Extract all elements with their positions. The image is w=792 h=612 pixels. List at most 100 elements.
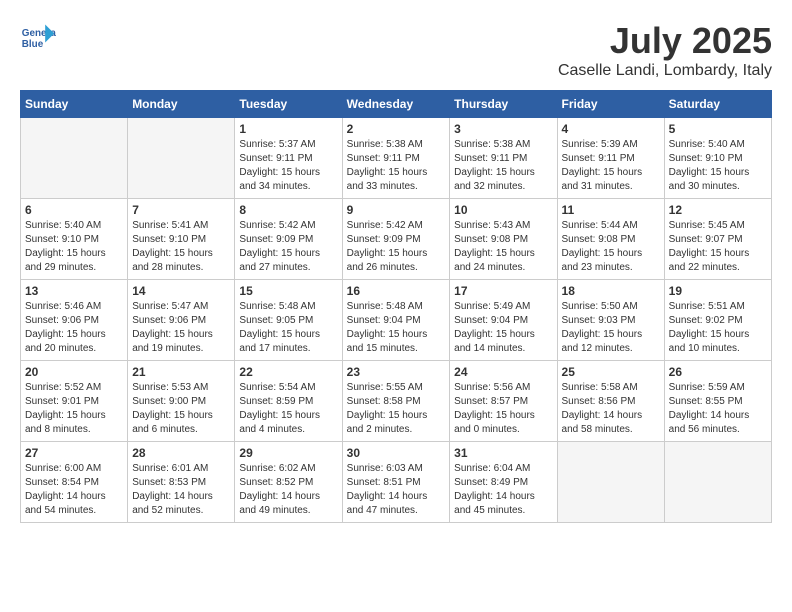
calendar-cell [21, 118, 128, 199]
day-number: 7 [132, 203, 230, 217]
day-info: Sunrise: 5:56 AM Sunset: 8:57 PM Dayligh… [454, 381, 552, 437]
calendar-cell: 8Sunrise: 5:42 AM Sunset: 9:09 PM Daylig… [235, 199, 342, 280]
day-info: Sunrise: 5:44 AM Sunset: 9:08 PM Dayligh… [562, 219, 660, 275]
calendar-cell [128, 118, 235, 199]
calendar-cell: 7 Sunrise: 5:41 AM Sunset: 9:10 PM Daylig… [128, 199, 235, 280]
svg-text:Blue: Blue [22, 39, 44, 50]
calendar-cell: 14 Sunrise: 5:47 AM Sunset: 9:06 PM Dayli… [128, 280, 235, 361]
day-number: 20 [25, 365, 123, 379]
calendar-cell: 19Sunrise: 5:51 AM Sunset: 9:02 PM Dayli… [664, 280, 771, 361]
day-number: 28 [132, 446, 230, 460]
day-number: 24 [454, 365, 552, 379]
day-number: 19 [669, 284, 767, 298]
day-number: 2 [347, 122, 446, 136]
calendar-cell: 3Sunrise: 5:38 AM Sunset: 9:11 PM Daylig… [450, 118, 557, 199]
day-number: 16 [347, 284, 446, 298]
weekday-header-wednesday: Wednesday [342, 91, 450, 118]
calendar-cell: 21 Sunrise: 5:53 AM Sunset: 9:00 PM Dayli… [128, 361, 235, 442]
day-info: Sunrise: 5:42 AM Sunset: 9:09 PM Dayligh… [347, 219, 446, 275]
day-info: Sunrise: 5:43 AM Sunset: 9:08 PM Dayligh… [454, 219, 552, 275]
calendar-cell: 27 Sunrise: 6:00 AM Sunset: 8:54 PM Dayli… [21, 442, 128, 523]
calendar-cell: 26 Sunrise: 5:59 AM Sunset: 8:55 PM Dayli… [664, 361, 771, 442]
calendar-cell: 24 Sunrise: 5:56 AM Sunset: 8:57 PM Dayli… [450, 361, 557, 442]
day-number: 31 [454, 446, 552, 460]
calendar-cell: 5 Sunrise: 5:40 AM Sunset: 9:10 PM Daylig… [664, 118, 771, 199]
week-row-2: 6 Sunrise: 5:40 AM Sunset: 9:10 PM Daylig… [21, 199, 772, 280]
weekday-header-thursday: Thursday [450, 91, 557, 118]
calendar-cell: 6 Sunrise: 5:40 AM Sunset: 9:10 PM Daylig… [21, 199, 128, 280]
calendar-cell: 20 Sunrise: 5:52 AM Sunset: 9:01 PM Dayli… [21, 361, 128, 442]
calendar-cell: 23 Sunrise: 5:55 AM Sunset: 8:58 PM Dayli… [342, 361, 450, 442]
day-info: Sunrise: 5:52 AM Sunset: 9:01 PM Dayligh… [25, 381, 123, 437]
day-info: Sunrise: 5:37 AM Sunset: 9:11 PM Dayligh… [239, 138, 337, 194]
header: General Blue July 2025 Caselle Landi, Lo… [20, 20, 772, 80]
day-info: Sunrise: 6:02 AM Sunset: 8:52 PM Dayligh… [239, 462, 337, 518]
weekday-header-friday: Friday [557, 91, 664, 118]
day-info: Sunrise: 6:04 AM Sunset: 8:49 PM Dayligh… [454, 462, 552, 518]
day-info: Sunrise: 6:01 AM Sunset: 8:53 PM Dayligh… [132, 462, 230, 518]
calendar-cell: 29 Sunrise: 6:02 AM Sunset: 8:52 PM Dayli… [235, 442, 342, 523]
day-number: 12 [669, 203, 767, 217]
day-number: 1 [239, 122, 337, 136]
calendar-cell: 31 Sunrise: 6:04 AM Sunset: 8:49 PM Dayli… [450, 442, 557, 523]
day-info: Sunrise: 5:48 AM Sunset: 9:05 PM Dayligh… [239, 300, 337, 356]
week-row-3: 13 Sunrise: 5:46 AM Sunset: 9:06 PM Dayli… [21, 280, 772, 361]
day-number: 18 [562, 284, 660, 298]
day-number: 21 [132, 365, 230, 379]
day-number: 6 [25, 203, 123, 217]
day-info: Sunrise: 6:00 AM Sunset: 8:54 PM Dayligh… [25, 462, 123, 518]
calendar-cell [664, 442, 771, 523]
day-info: Sunrise: 5:49 AM Sunset: 9:04 PM Dayligh… [454, 300, 552, 356]
day-info: Sunrise: 5:41 AM Sunset: 9:10 PM Dayligh… [132, 219, 230, 275]
calendar-cell: 2 Sunrise: 5:38 AM Sunset: 9:11 PM Daylig… [342, 118, 450, 199]
weekday-header-saturday: Saturday [664, 91, 771, 118]
day-number: 25 [562, 365, 660, 379]
week-row-4: 20 Sunrise: 5:52 AM Sunset: 9:01 PM Dayli… [21, 361, 772, 442]
day-number: 27 [25, 446, 123, 460]
day-number: 23 [347, 365, 446, 379]
day-info: Sunrise: 5:48 AM Sunset: 9:04 PM Dayligh… [347, 300, 446, 356]
day-number: 4 [562, 122, 660, 136]
day-number: 10 [454, 203, 552, 217]
day-info: Sunrise: 5:50 AM Sunset: 9:03 PM Dayligh… [562, 300, 660, 356]
day-number: 9 [347, 203, 446, 217]
calendar-cell: 15 Sunrise: 5:48 AM Sunset: 9:05 PM Dayli… [235, 280, 342, 361]
day-info: Sunrise: 5:40 AM Sunset: 9:10 PM Dayligh… [25, 219, 123, 275]
day-number: 14 [132, 284, 230, 298]
calendar-cell: 18 Sunrise: 5:50 AM Sunset: 9:03 PM Dayli… [557, 280, 664, 361]
day-info: Sunrise: 5:38 AM Sunset: 9:11 PM Dayligh… [347, 138, 446, 194]
day-info: Sunrise: 5:55 AM Sunset: 8:58 PM Dayligh… [347, 381, 446, 437]
day-number: 30 [347, 446, 446, 460]
day-info: Sunrise: 6:03 AM Sunset: 8:51 PM Dayligh… [347, 462, 446, 518]
day-info: Sunrise: 5:45 AM Sunset: 9:07 PM Dayligh… [669, 219, 767, 275]
day-number: 5 [669, 122, 767, 136]
day-number: 17 [454, 284, 552, 298]
calendar-cell: 16 Sunrise: 5:48 AM Sunset: 9:04 PM Dayli… [342, 280, 450, 361]
logo: General Blue [20, 20, 60, 56]
day-info: Sunrise: 5:59 AM Sunset: 8:55 PM Dayligh… [669, 381, 767, 437]
calendar-cell: 9 Sunrise: 5:42 AM Sunset: 9:09 PM Daylig… [342, 199, 450, 280]
calendar-cell: 17 Sunrise: 5:49 AM Sunset: 9:04 PM Dayli… [450, 280, 557, 361]
day-number: 29 [239, 446, 337, 460]
day-number: 3 [454, 122, 552, 136]
day-number: 22 [239, 365, 337, 379]
calendar-cell: 13 Sunrise: 5:46 AM Sunset: 9:06 PM Dayli… [21, 280, 128, 361]
day-info: Sunrise: 5:40 AM Sunset: 9:10 PM Dayligh… [669, 138, 767, 194]
calendar-cell: 4 Sunrise: 5:39 AM Sunset: 9:11 PM Daylig… [557, 118, 664, 199]
title-area: July 2025 Caselle Landi, Lombardy, Italy [558, 20, 772, 80]
day-number: 26 [669, 365, 767, 379]
day-info: Sunrise: 5:47 AM Sunset: 9:06 PM Dayligh… [132, 300, 230, 356]
calendar-cell: 10 Sunrise: 5:43 AM Sunset: 9:08 PM Dayli… [450, 199, 557, 280]
calendar-cell [557, 442, 664, 523]
calendar-cell: 22 Sunrise: 5:54 AM Sunset: 8:59 PM Dayli… [235, 361, 342, 442]
weekday-header-sunday: Sunday [21, 91, 128, 118]
day-number: 8 [239, 203, 337, 217]
day-info: Sunrise: 5:46 AM Sunset: 9:06 PM Dayligh… [25, 300, 123, 356]
day-info: Sunrise: 5:39 AM Sunset: 9:11 PM Dayligh… [562, 138, 660, 194]
day-number: 15 [239, 284, 337, 298]
calendar-cell: 25Sunrise: 5:58 AM Sunset: 8:56 PM Dayli… [557, 361, 664, 442]
day-info: Sunrise: 5:53 AM Sunset: 9:00 PM Dayligh… [132, 381, 230, 437]
weekday-header-tuesday: Tuesday [235, 91, 342, 118]
day-info: Sunrise: 5:54 AM Sunset: 8:59 PM Dayligh… [239, 381, 337, 437]
day-number: 13 [25, 284, 123, 298]
